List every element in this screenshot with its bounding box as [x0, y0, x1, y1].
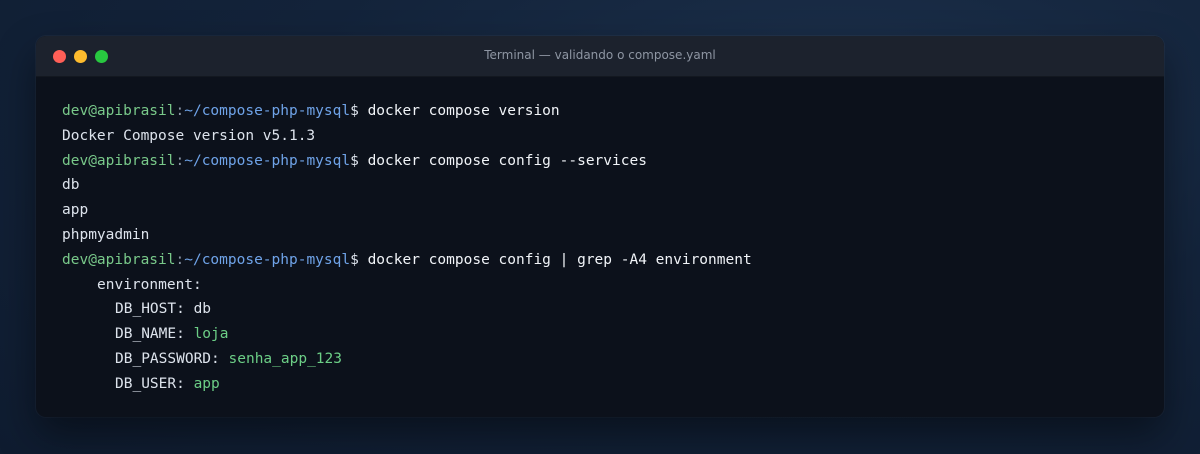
command-text: docker compose version [367, 103, 560, 119]
env-value: loja [193, 326, 229, 343]
env-key: DB_NAME: [115, 326, 185, 343]
title-bar: Terminal — validando o compose.yaml [36, 36, 1164, 77]
prompt-path: ~/compose-php-mysql [184, 103, 351, 119]
terminal-window: Terminal — validando o compose.yaml dev@… [36, 36, 1164, 417]
prompt-separator: : [175, 152, 185, 169]
output-line: Docker Compose version v5.1.3 [62, 127, 316, 144]
env-entry: DB_HOST: db [62, 297, 1138, 322]
prompt-user-host: dev@apibrasil [62, 103, 176, 119]
env-entry: DB_PASSWORD: senha_app_123 [62, 347, 1138, 372]
prompt-user-host: dev@apibrasil [62, 152, 176, 169]
output-line-service: app [62, 202, 89, 219]
command-text: docker compose config | grep -A4 environ… [367, 251, 752, 268]
command-line: dev@apibrasil:~/compose-php-mysql$ docke… [62, 149, 1138, 174]
output-line-service: phpmyadmin [62, 226, 150, 243]
output-env-header: environment: [97, 276, 202, 293]
env-key: DB_USER: [115, 375, 185, 392]
prompt-separator: : [175, 251, 185, 268]
env-key: DB_HOST: [115, 301, 185, 318]
terminal-output[interactable]: dev@apibrasil:~/compose-php-mysql$ docke… [36, 77, 1164, 397]
env-key: DB_PASSWORD: [115, 350, 220, 367]
command-text: docker compose config --services [367, 152, 647, 169]
env-value: senha_app_123 [228, 350, 343, 367]
output-line-service: db [62, 177, 80, 194]
prompt-path: ~/compose-php-mysql [184, 152, 351, 169]
window-title: Terminal — validando o compose.yaml [484, 48, 716, 62]
prompt-user-host: dev@apibrasil [62, 251, 176, 268]
prompt-symbol: $ [350, 152, 359, 169]
prompt-separator: : [175, 103, 185, 119]
env-value: app [193, 375, 220, 392]
command-line: dev@apibrasil:~/compose-php-mysql$ docke… [62, 248, 1138, 273]
env-entry: DB_USER: app [62, 372, 1138, 397]
env-entry: DB_NAME: loja [62, 322, 1138, 347]
prompt-symbol: $ [350, 103, 359, 119]
command-line: dev@apibrasil:~/compose-php-mysql$ docke… [62, 99, 1138, 124]
prompt-symbol: $ [350, 251, 359, 268]
env-value: db [193, 301, 212, 318]
prompt-path: ~/compose-php-mysql [184, 251, 351, 268]
